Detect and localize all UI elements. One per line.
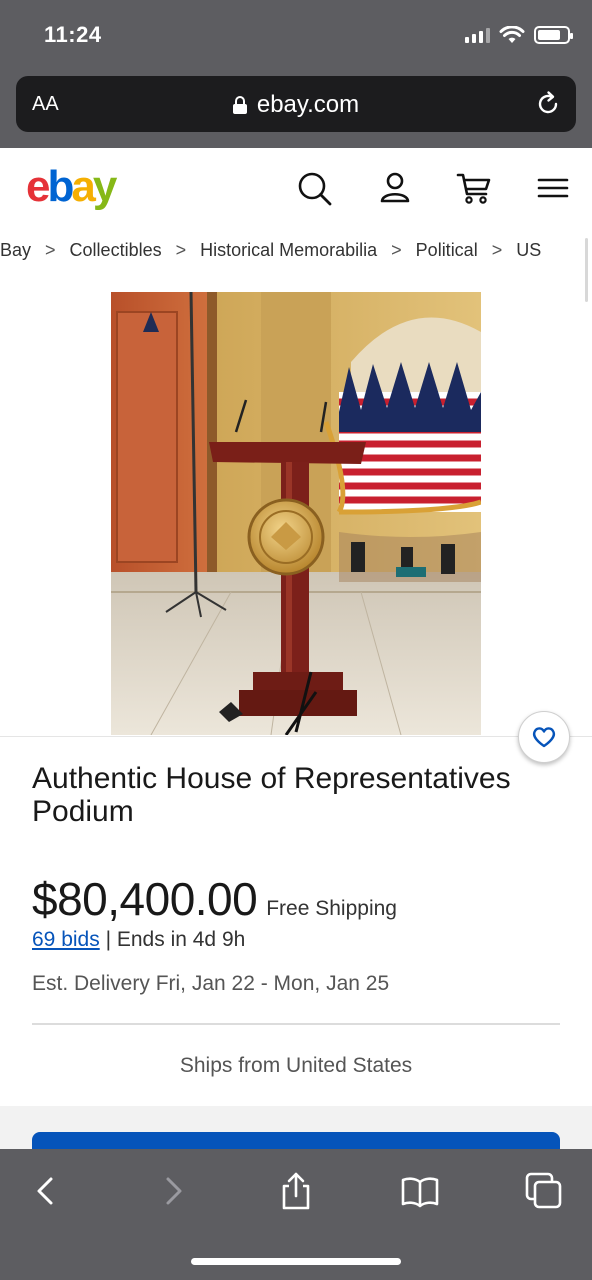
battery-icon — [534, 26, 573, 44]
tabs-icon[interactable] — [524, 1171, 564, 1211]
bids-link[interactable]: 69 bids — [32, 928, 100, 951]
breadcrumb-item-historical-memorabilia[interactable]: Historical Memorabilia — [200, 240, 377, 261]
bookmarks-icon[interactable] — [400, 1171, 440, 1211]
podium-photo — [111, 292, 481, 735]
image-divider — [0, 736, 592, 737]
breadcrumb-item-political[interactable]: Political — [416, 240, 478, 261]
share-icon[interactable] — [276, 1171, 316, 1211]
breadcrumb-separator: > — [391, 240, 402, 260]
reload-icon[interactable] — [534, 90, 562, 118]
back-icon[interactable] — [26, 1171, 66, 1211]
breadcrumb-item-us[interactable]: US — [516, 240, 541, 261]
item-title: Authentic House of Representatives Podiu… — [32, 762, 511, 828]
search-icon[interactable] — [294, 168, 334, 208]
ships-from: Ships from United States — [179, 1054, 413, 1077]
wifi-icon — [499, 26, 525, 43]
estimated-delivery: Est. Delivery Fri, Jan 22 - Mon, Jan 25 — [32, 972, 390, 995]
heart-icon — [532, 727, 556, 748]
site-header: ebay — [0, 148, 592, 228]
account-icon[interactable] — [375, 168, 415, 208]
ebay-logo[interactable]: ebay — [26, 162, 117, 212]
bids-separator: | — [105, 928, 112, 951]
bids-row: 69 bids | Ends in 4d 9h — [32, 928, 245, 952]
section-divider — [32, 1023, 560, 1025]
product-image[interactable] — [111, 292, 481, 735]
url-text: ebay.com — [256, 91, 360, 118]
cellular-signal-icon — [465, 27, 490, 43]
breadcrumb-separator: > — [175, 240, 187, 260]
breadcrumb-item-collectibles[interactable]: Collectibles — [70, 240, 162, 261]
breadcrumb-item-ebay[interactable]: eBay — [0, 240, 31, 261]
breadcrumb-separator: > — [491, 240, 503, 260]
url-display[interactable]: ebay.com — [16, 91, 576, 119]
auction-end-time: Ends in 4d 9h — [116, 928, 246, 951]
menu-icon[interactable] — [533, 168, 573, 208]
home-indicator[interactable] — [191, 1258, 401, 1265]
cart-icon[interactable] — [454, 168, 494, 208]
item-price: $80,400.00 — [32, 873, 258, 925]
lock-icon — [232, 96, 247, 114]
browser-top-chrome: 11:24 AA ebay.com — [0, 0, 592, 148]
address-bar[interactable]: AA ebay.com — [16, 76, 576, 132]
price-row: $80,400.00 Free Shipping — [32, 872, 397, 926]
shipping-info: Free Shipping — [266, 897, 397, 920]
watchlist-button[interactable] — [518, 711, 570, 763]
status-icons — [465, 26, 573, 44]
status-time: 11:24 — [44, 22, 102, 47]
scroll-indicator — [585, 238, 588, 302]
forward-icon[interactable] — [153, 1171, 193, 1211]
breadcrumb-separator: > — [45, 240, 56, 260]
breadcrumb: eBay > Collectibles > Historical Memorab… — [0, 238, 592, 266]
